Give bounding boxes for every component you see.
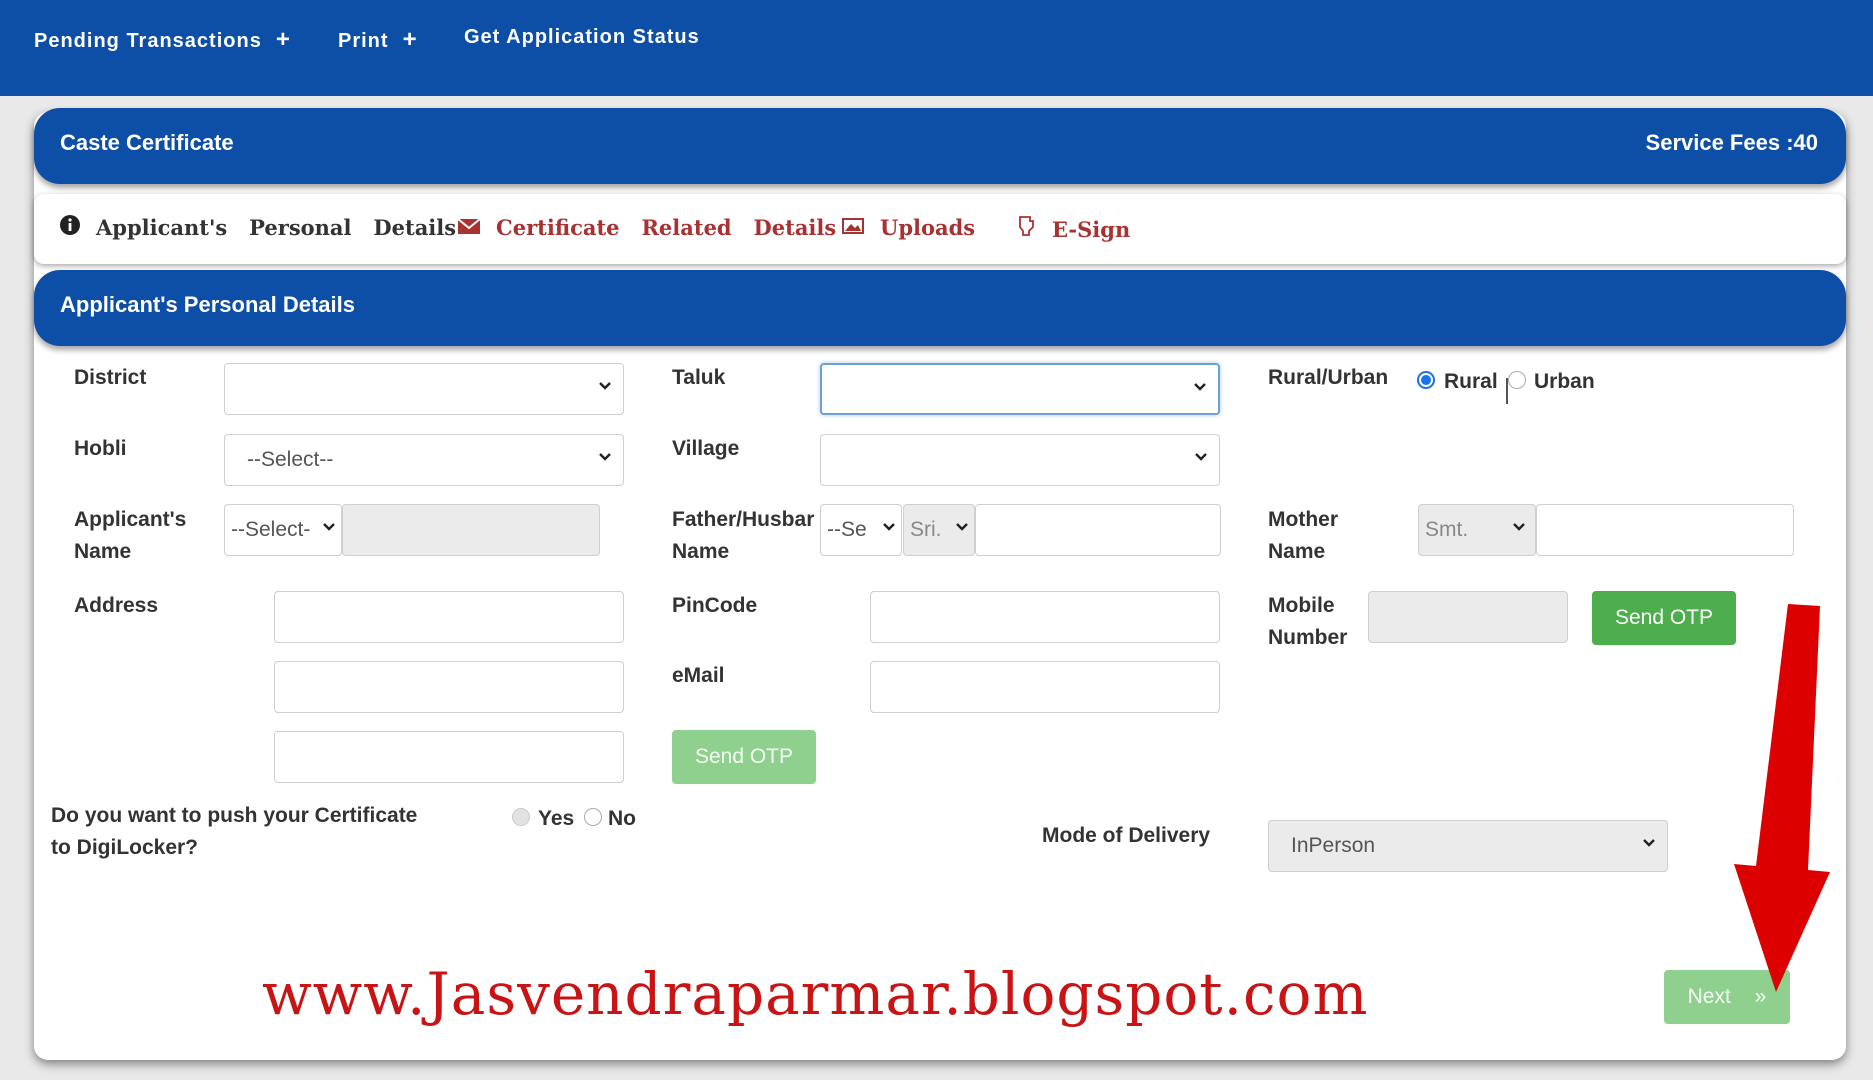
label-line: Mobile (1268, 594, 1335, 617)
district-label: District (74, 366, 147, 389)
label-line: Number (1268, 626, 1348, 649)
hobli-label: Hobli (74, 437, 127, 460)
label-line: Name (1268, 540, 1326, 563)
watermark-text: www.Jasvendraparmar.blogspot.com (262, 960, 1369, 1028)
address-label: Address (74, 594, 159, 617)
pincode-input[interactable] (870, 591, 1220, 643)
label-line: Do you want to push your Certificate (51, 804, 418, 827)
nav-get-application-status[interactable]: Get Application Status (464, 26, 700, 49)
service-fees: Service Fees :40 (1645, 130, 1818, 155)
red-arrow-icon (1734, 604, 1830, 992)
taluk-select[interactable] (820, 363, 1220, 415)
nav-pending-transactions[interactable]: Pending Transactions + (34, 26, 291, 54)
applicant-name-input[interactable] (342, 504, 600, 556)
yes-label: Yes (538, 807, 575, 830)
chevron-down-icon (1511, 518, 1527, 539)
nav-label: Get Application Status (464, 26, 700, 48)
taluk-label: Taluk (672, 366, 726, 389)
send-otp-email-button[interactable]: Send OTP (672, 730, 816, 784)
image-icon (842, 216, 864, 240)
no-label: No (608, 807, 636, 830)
section-header: Applicant's Personal Details (34, 270, 1846, 346)
chevron-down-icon (1193, 448, 1209, 469)
chevron-down-icon (1192, 378, 1208, 399)
mobile-number-input[interactable] (1368, 591, 1568, 643)
father-name-label: Father/Husbar Name (672, 504, 814, 568)
label-line: Name (74, 540, 132, 563)
delivery-mode-select[interactable]: InPerson (1268, 820, 1668, 872)
mother-name-input[interactable] (1536, 504, 1794, 556)
send-otp-mobile-button[interactable]: Send OTP (1592, 591, 1736, 645)
mobile-number-label: Mobile Number (1268, 590, 1347, 654)
father-title-value: Sri. (910, 518, 942, 541)
no-radio[interactable] (584, 808, 602, 826)
service-title: Caste Certificate (60, 130, 234, 155)
chevron-down-icon (321, 518, 337, 539)
mother-title-select[interactable]: Smt. (1418, 504, 1536, 556)
tab-label: Uploads (880, 215, 976, 240)
email-label: eMail (672, 664, 725, 687)
next-label: Next (1687, 985, 1731, 1008)
wizard-tabs: Applicant's Personal Details Certificate… (34, 194, 1846, 264)
label-line: Father/Husbar (672, 508, 815, 531)
email-input[interactable] (870, 661, 1220, 713)
hand-icon (1016, 215, 1036, 242)
tab-label: Applicant's Personal Details (96, 215, 457, 240)
service-header: Caste Certificate Service Fees :40 (34, 108, 1846, 184)
rural-radio[interactable] (1417, 371, 1435, 389)
yes-radio[interactable] (512, 808, 530, 826)
label-line: Name (672, 540, 730, 563)
tab-certificate-details[interactable]: Certificate Related Details (457, 215, 837, 240)
applicant-title-select[interactable]: --Select- (224, 504, 342, 556)
urban-label: Urban (1534, 370, 1595, 393)
father-relation-value: --Se (827, 518, 867, 541)
chevron-down-icon (954, 518, 970, 539)
nav-label: Print (338, 30, 389, 52)
tab-label: E-Sign (1052, 217, 1131, 242)
plus-icon: + (275, 26, 291, 53)
plus-icon: + (402, 26, 418, 53)
top-nav: Pending Transactions + Print + Get Applica… (0, 0, 1873, 96)
text-cursor-icon (1506, 378, 1508, 404)
address-line-2-input[interactable] (274, 661, 624, 713)
hobli-select[interactable]: --Select-- (224, 434, 624, 486)
village-select[interactable] (820, 434, 1220, 486)
address-line-3-input[interactable] (274, 731, 624, 783)
applicant-name-label: Applicant's Name (74, 504, 186, 568)
tab-uploads[interactable]: Uploads (842, 215, 975, 240)
label-line: to DigiLocker? (51, 836, 199, 859)
district-select[interactable] (224, 363, 624, 415)
label-line: Applicant's (74, 508, 187, 531)
digilocker-question: Do you want to push your Certificate to … (51, 800, 417, 864)
pincode-label: PinCode (672, 594, 758, 617)
chevron-down-icon (597, 448, 613, 469)
label-line: Mother (1268, 508, 1338, 531)
envelope-icon (457, 216, 481, 240)
hobli-value: --Select-- (247, 448, 334, 471)
nav-label: Pending Transactions (34, 30, 262, 52)
father-title-select[interactable]: Sri. (903, 504, 975, 556)
nav-print[interactable]: Print + (338, 26, 418, 54)
delivery-mode-value: InPerson (1291, 834, 1376, 857)
rural-urban-label: Rural/Urban (1268, 366, 1389, 389)
father-name-input[interactable] (975, 504, 1221, 556)
mother-title-value: Smt. (1425, 518, 1469, 541)
section-title: Applicant's Personal Details (60, 292, 355, 317)
address-line-1-input[interactable] (274, 591, 624, 643)
tab-esign[interactable]: E-Sign (1016, 215, 1130, 242)
village-label: Village (672, 437, 740, 460)
urban-radio[interactable] (1508, 371, 1526, 389)
delivery-mode-label: Mode of Delivery (1042, 824, 1211, 847)
tab-label: Certificate Related Details (496, 215, 837, 240)
chevron-down-icon (1641, 834, 1657, 855)
page: Pending Transactions + Print + Get Applica… (0, 0, 1873, 1080)
chevron-down-icon (597, 377, 613, 398)
mother-name-label: Mother Name (1268, 504, 1338, 568)
father-relation-select[interactable]: --Se (820, 504, 902, 556)
info-icon (60, 215, 80, 240)
tab-applicant-details[interactable]: Applicant's Personal Details (60, 215, 456, 240)
applicant-title-value: --Select- (231, 518, 311, 541)
chevron-down-icon (881, 518, 897, 539)
rural-label: Rural (1444, 370, 1498, 393)
